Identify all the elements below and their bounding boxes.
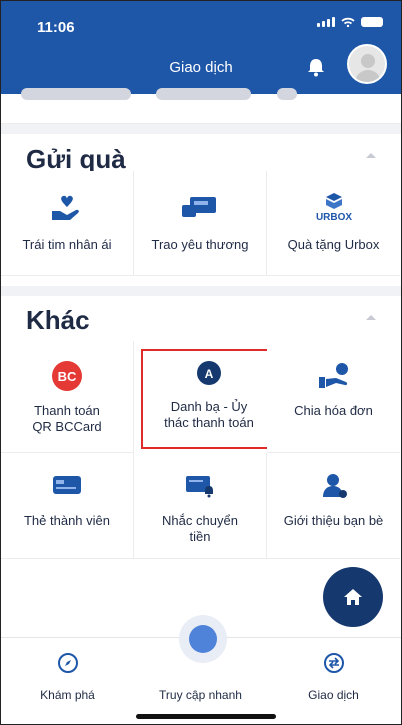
gift-item-love[interactable]: Trao yêu thương [134, 171, 267, 276]
nav-label: Khám phá [40, 688, 95, 702]
gift-item-heart[interactable]: Trái tim nhân ái [1, 171, 134, 276]
divider [1, 286, 401, 296]
exchange-icon [323, 653, 344, 673]
signal-icon [317, 17, 335, 27]
nav-label: Truy cập nhanh [159, 688, 242, 702]
item-label-line1: Giới thiệu bạn bè [283, 513, 384, 528]
home-indicator [136, 714, 276, 719]
svg-text:A: A [205, 367, 214, 381]
transfer-reminder-icon [186, 476, 213, 498]
refer-friend-icon [322, 474, 347, 498]
collapse-icon[interactable] [365, 151, 377, 159]
avatar[interactable] [347, 44, 387, 84]
svg-text:URBOX: URBOX [315, 212, 351, 223]
gift-card-icon [182, 197, 216, 217]
member-card-icon [53, 476, 81, 494]
gift-item-label: Trái tim nhân ái [22, 237, 112, 252]
gift-item-label: Trao yêu thương [151, 237, 249, 252]
section-title-other: Khác [26, 305, 90, 335]
nav-label: Giao dịch [308, 688, 359, 702]
gift-item-urbox[interactable]: URBOX Quà tặng Urbox [267, 171, 400, 276]
other-item-member-card[interactable]: Thẻ thành viên [1, 453, 134, 559]
item-label-line2: thác thanh toán [164, 415, 254, 430]
nav-item-transactions[interactable]: Giao dịch [267, 638, 400, 724]
battery-icon [361, 17, 383, 27]
collapse-icon[interactable] [365, 313, 377, 321]
gift-item-label: Quà tặng Urbox [287, 237, 380, 252]
split-bill-icon [318, 363, 348, 388]
item-label-line1: Nhắc chuyển [162, 513, 238, 528]
bccard-logo-icon: BC [52, 361, 82, 391]
svg-text:BC: BC [58, 369, 77, 384]
other-item-refer-friend[interactable]: Giới thiệu bạn bè [267, 453, 400, 559]
other-item-qr-bccard[interactable]: BC Thanh toán QR BCCard [1, 341, 134, 453]
wifi-icon [341, 17, 355, 27]
item-label-line1: Chia hóa đơn [294, 403, 373, 418]
heart-hand-icon [52, 195, 79, 220]
app-screen: 11:06 Giao dịch Gửi quà Trái tim nhân ái… [0, 0, 402, 725]
quick-access-icon[interactable] [179, 615, 227, 663]
home-fab[interactable] [323, 567, 383, 627]
item-label-line1: Danh bạ - Ủy [170, 399, 248, 414]
other-item-contacts[interactable]: A Danh bạ - Ủy thác thanh toán [141, 349, 277, 449]
status-icons [317, 17, 383, 27]
urbox-logo-icon: URBOX [315, 193, 352, 223]
other-item-split-bill[interactable]: Chia hóa đơn [267, 341, 400, 453]
scrolled-row [1, 88, 401, 124]
item-label-line1: Thẻ thành viên [23, 513, 110, 528]
compass-icon [57, 653, 78, 673]
item-label-line2: tiền [189, 529, 211, 544]
nav-item-explore[interactable]: Khám phá [1, 638, 134, 724]
header: 11:06 Giao dịch [1, 1, 401, 94]
bell-icon[interactable] [305, 56, 327, 78]
page-title: Giao dịch [169, 59, 233, 76]
item-label-line2: QR BCCard [32, 419, 102, 434]
home-icon [344, 589, 362, 605]
status-time: 11:06 [37, 19, 75, 36]
contacts-icon: A [197, 361, 221, 385]
divider [1, 124, 401, 134]
item-label-line1: Thanh toán [34, 403, 100, 418]
other-item-transfer-reminder[interactable]: Nhắc chuyển tiền [134, 453, 267, 559]
